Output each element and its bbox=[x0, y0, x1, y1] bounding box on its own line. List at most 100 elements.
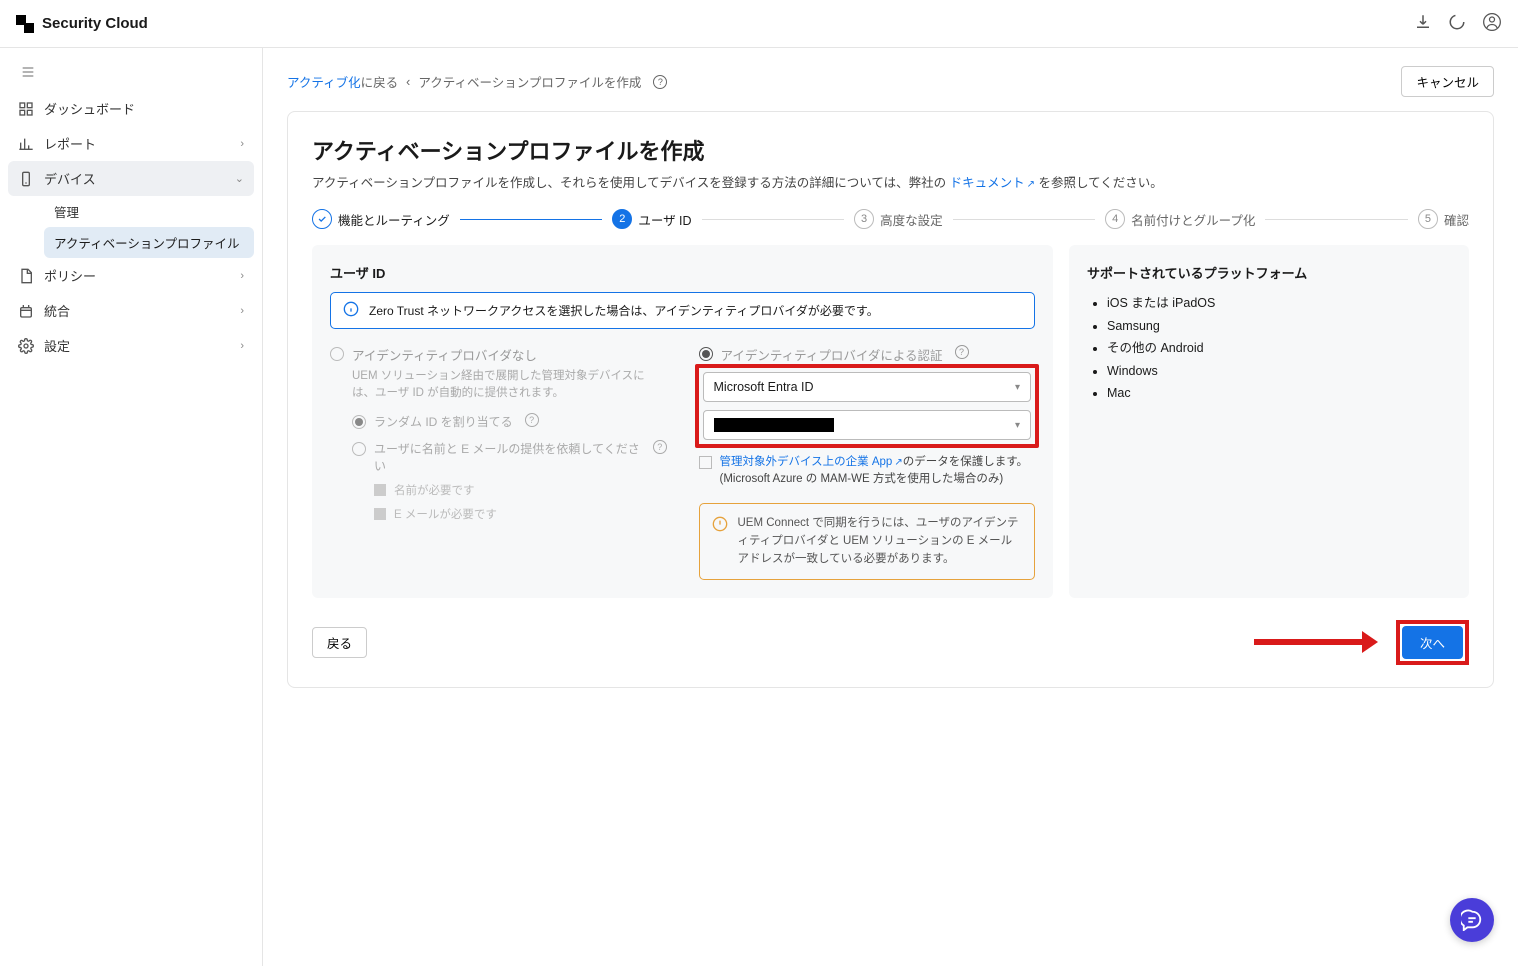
sidebar-label: ダッシュボード bbox=[44, 99, 135, 118]
docs-link[interactable]: ドキュメント↗ bbox=[950, 176, 1035, 190]
warning-icon bbox=[712, 516, 728, 569]
sidebar: ダッシュボード レポート › デバイス ⌄ 管理 アクティベーションプロファイル… bbox=[0, 48, 263, 966]
main-content: アクティブ化に戻る ‹ アクティベーションプロファイルを作成 ? キャンセル ア… bbox=[263, 48, 1518, 966]
sidebar-label: 設定 bbox=[44, 336, 70, 355]
subtitle-post: を参照してください。 bbox=[1039, 176, 1163, 190]
app-title: Security Cloud bbox=[42, 15, 148, 32]
cancel-button[interactable]: キャンセル bbox=[1401, 66, 1494, 97]
sidebar-label: アクティベーションプロファイル bbox=[54, 233, 240, 252]
page-title: アクティベーションプロファイルを作成 bbox=[312, 134, 1469, 166]
page-subtitle: アクティベーションプロファイルを作成し、それらを使用してデバイスを登録する方法の… bbox=[312, 172, 1469, 191]
platform-item: Samsung bbox=[1107, 315, 1451, 338]
chevron-right-icon: › bbox=[240, 305, 244, 317]
device-icon bbox=[18, 171, 34, 187]
radio-icon[interactable] bbox=[699, 347, 713, 361]
next-button[interactable]: 次へ bbox=[1402, 626, 1463, 659]
radio-icon bbox=[352, 442, 366, 456]
step-circle bbox=[312, 209, 332, 229]
radio-idp-auth: アイデンティティプロバイダによる認証? Microsoft Entra ID ▾… bbox=[699, 345, 1036, 580]
external-link-icon: ↗ bbox=[894, 457, 902, 468]
sidebar-item-report[interactable]: レポート › bbox=[8, 126, 254, 161]
annotation-arrow: 次へ bbox=[1254, 620, 1469, 665]
info-icon bbox=[343, 301, 359, 320]
tenant-select[interactable]: ▾ bbox=[703, 410, 1032, 440]
breadcrumb: アクティブ化に戻る ‹ アクティベーションプロファイルを作成 ? bbox=[287, 72, 667, 91]
platform-item: その他の Android bbox=[1107, 337, 1451, 360]
step-1: 機能とルーティング bbox=[312, 209, 450, 229]
help-icon: ? bbox=[653, 440, 667, 454]
external-link-icon: ↗ bbox=[1027, 179, 1035, 190]
help-icon: ? bbox=[525, 413, 539, 427]
sidebar-sub-manage[interactable]: 管理 bbox=[44, 196, 254, 227]
back-button[interactable]: 戻る bbox=[312, 627, 367, 658]
report-icon bbox=[18, 136, 34, 152]
sidebar-item-policy[interactable]: ポリシー › bbox=[8, 258, 254, 293]
highlight-idp-selects: Microsoft Entra ID ▾ ▾ bbox=[695, 364, 1040, 448]
app-header: Security Cloud bbox=[0, 0, 1518, 48]
chevron-right-icon: › bbox=[240, 270, 244, 282]
step-5: 5確認 bbox=[1418, 209, 1469, 229]
loading-icon[interactable] bbox=[1448, 13, 1466, 34]
sidebar-label: 管理 bbox=[54, 202, 79, 221]
idp-select[interactable]: Microsoft Entra ID ▾ bbox=[703, 372, 1032, 402]
sidebar-sub-activation-profile[interactable]: アクティベーションプロファイル bbox=[44, 227, 254, 258]
breadcrumb-separator: ‹ bbox=[406, 75, 410, 89]
help-icon[interactable]: ? bbox=[653, 75, 667, 89]
sidebar-label: デバイス bbox=[44, 169, 96, 188]
stepper: 機能とルーティング 2ユーザ ID 3高度な設定 4名前付けとグループ化 5確認 bbox=[312, 209, 1469, 229]
sidebar-item-dashboard[interactable]: ダッシュボード bbox=[8, 91, 254, 126]
breadcrumb-back-suffix: に戻る bbox=[361, 76, 399, 90]
highlight-next: 次へ bbox=[1396, 620, 1469, 665]
form-card: アクティベーションプロファイルを作成 アクティベーションプロファイルを作成し、そ… bbox=[287, 111, 1494, 688]
platforms-title: サポートされているプラットフォーム bbox=[1087, 263, 1451, 282]
radio-no-idp: アイデンティティプロバイダなし UEM ソリューション経由で展開した管理対象デバ… bbox=[330, 345, 667, 580]
settings-icon bbox=[18, 338, 34, 354]
download-icon[interactable] bbox=[1414, 13, 1432, 34]
radio-icon bbox=[352, 415, 366, 429]
chat-fab[interactable] bbox=[1450, 898, 1494, 942]
chevron-down-icon: ⌄ bbox=[235, 172, 244, 185]
policy-icon bbox=[18, 268, 34, 284]
sidebar-item-integration[interactable]: 統合 › bbox=[8, 293, 254, 328]
user-icon[interactable] bbox=[1482, 12, 1502, 35]
chevron-down-icon: ▾ bbox=[1015, 420, 1020, 431]
platform-item: Windows bbox=[1107, 360, 1451, 383]
sidebar-item-settings[interactable]: 設定 › bbox=[8, 328, 254, 363]
breadcrumb-back-link[interactable]: アクティブ化 bbox=[287, 76, 361, 90]
info-banner: Zero Trust ネットワークアクセスを選択した場合は、アイデンティティプロ… bbox=[330, 292, 1035, 329]
checkbox[interactable] bbox=[699, 456, 712, 469]
arrow-icon bbox=[1254, 639, 1364, 645]
step-4: 4名前付けとグループ化 bbox=[1105, 209, 1255, 229]
sidebar-label: レポート bbox=[44, 134, 96, 153]
sidebar-label: ポリシー bbox=[44, 266, 96, 285]
step-3: 3高度な設定 bbox=[854, 209, 943, 229]
header-actions bbox=[1414, 12, 1502, 35]
mamwe-link[interactable]: 管理対象外デバイス上の企業 App↗ bbox=[720, 456, 903, 468]
subtitle-pre: アクティベーションプロファイルを作成し、それらを使用してデバイスを登録する方法の… bbox=[312, 176, 946, 190]
step-2: 2ユーザ ID bbox=[612, 209, 691, 229]
radio-icon bbox=[330, 347, 344, 361]
checkbox-icon bbox=[374, 508, 386, 520]
info-text: Zero Trust ネットワークアクセスを選択した場合は、アイデンティティプロ… bbox=[369, 302, 879, 319]
chevron-right-icon: › bbox=[240, 138, 244, 150]
app-title-area: Security Cloud bbox=[16, 15, 148, 33]
chevron-right-icon: › bbox=[240, 340, 244, 352]
form-footer: 戻る 次へ bbox=[312, 620, 1469, 665]
hamburger-icon[interactable] bbox=[8, 56, 254, 91]
user-id-panel: ユーザ ID Zero Trust ネットワークアクセスを選択した場合は、アイデ… bbox=[312, 245, 1053, 598]
sidebar-label: 統合 bbox=[44, 301, 70, 320]
platforms-panel: サポートされているプラットフォーム iOS または iPadOS Samsung… bbox=[1069, 245, 1469, 598]
sidebar-device-submenu: 管理 アクティベーションプロファイル bbox=[8, 196, 254, 258]
app-logo bbox=[16, 15, 34, 33]
platform-item: Mac bbox=[1107, 382, 1451, 405]
chevron-down-icon: ▾ bbox=[1015, 382, 1020, 393]
checkbox-icon bbox=[374, 484, 386, 496]
sidebar-item-device[interactable]: デバイス ⌄ bbox=[8, 161, 254, 196]
platform-item: iOS または iPadOS bbox=[1107, 292, 1451, 315]
platforms-list: iOS または iPadOS Samsung その他の Android Wind… bbox=[1107, 292, 1451, 405]
breadcrumb-current: アクティベーションプロファイルを作成 bbox=[418, 72, 641, 91]
help-icon[interactable]: ? bbox=[955, 345, 969, 359]
redacted-value bbox=[714, 418, 834, 432]
warning-box: UEM Connect で同期を行うには、ユーザのアイデンティティプロバイダと … bbox=[699, 503, 1036, 580]
section-title-user-id: ユーザ ID bbox=[330, 263, 1035, 282]
